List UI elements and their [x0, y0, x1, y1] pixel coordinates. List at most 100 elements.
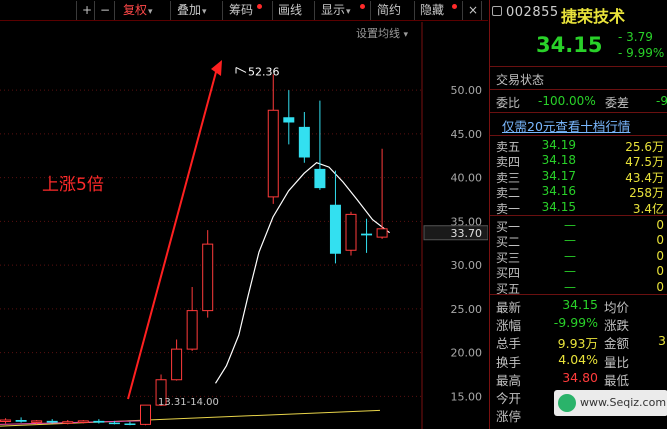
candle-body [314, 168, 326, 189]
candle [298, 112, 310, 163]
restore-rights-button[interactable]: 复权▾ [114, 1, 163, 20]
candle [171, 339, 183, 381]
stat-value: 3 [658, 333, 666, 349]
ma-line-long [0, 409, 381, 427]
candle-body [376, 228, 388, 238]
divider [490, 294, 667, 295]
simple-mode-label: 简约 [377, 3, 402, 17]
candle-body [124, 423, 136, 425]
candle [267, 74, 279, 204]
level-price: — [564, 233, 576, 248]
price-change: - 3.79 [618, 30, 653, 44]
current-price: 34.15 [536, 33, 603, 57]
ask-level: 卖五 34.19 25.6万 [490, 138, 667, 154]
trade-status-label: 交易状态 [496, 73, 545, 87]
stat-label: 涨跌 [604, 318, 630, 334]
candle [314, 100, 326, 190]
candle-body [298, 126, 310, 158]
candle-body [202, 243, 214, 312]
candlestick-chart[interactable]: 50.0045.0040.0035.0030.0025.0020.0015.00… [0, 22, 488, 429]
candle [202, 230, 214, 318]
divider [490, 112, 667, 113]
range-label: 13.31-14.00 [158, 397, 219, 408]
zoom-out-label: − [100, 3, 111, 17]
chart-toolbar: + − 复权▾ 叠加▾ 筹码 画线 显示▾ 简约 隐藏 × [0, 0, 488, 21]
set-moving-average-button[interactable]: 设置均线 ▾ [356, 25, 408, 41]
level2-promo-link[interactable]: 仅需20元查看十档行情 [502, 116, 630, 135]
stat-label: 涨停 [496, 409, 522, 425]
chips-button[interactable]: 筹码 [222, 1, 268, 20]
candle [345, 211, 357, 256]
display-button[interactable]: 显示▾ [314, 1, 366, 20]
moving-average-series [0, 162, 390, 427]
y-tick-label: 15.00 [451, 390, 483, 403]
candle-body [171, 348, 183, 381]
y-tick-label: 25.00 [451, 303, 483, 316]
candle [283, 90, 295, 145]
bid-level: 买三 —0 [490, 248, 667, 265]
high-price-label: 52.36 [248, 65, 280, 78]
chevron-down-icon: ▾ [148, 7, 153, 17]
level-volume: 0 [656, 248, 664, 263]
level-volume: 0 [656, 279, 664, 294]
level-price: 34.17 [541, 168, 576, 183]
watermark-text: www.Seqiz.com [580, 396, 667, 409]
candle-body [93, 420, 105, 423]
candle [15, 417, 27, 423]
stat-row: 换手 4.04% 量比 [490, 352, 667, 370]
ask-level: 卖三 34.17 43.4万 [490, 168, 667, 185]
stat-label: 今开 [496, 391, 522, 406]
ask-level: 卖四 34.18 47.5万 [490, 153, 667, 169]
y-tick-label: 20.00 [451, 347, 483, 360]
order-ratio-value: -100.00% [538, 94, 596, 108]
stat-label: 最新 [496, 300, 522, 315]
notification-dot-icon [452, 4, 457, 9]
y-tick-label: 30.00 [451, 259, 483, 272]
y-tick-label: 45.00 [451, 128, 483, 141]
candle-body [77, 420, 89, 423]
stat-label: 金额 [604, 336, 630, 352]
ask-level: 卖二 34.16 258万 [490, 184, 667, 200]
level-volume: 0 [656, 233, 664, 248]
ask-level: 卖一 34.15 3.4亿 [490, 200, 667, 216]
stat-row: 涨幅 -9.99% 涨跌 [490, 315, 667, 334]
candle [186, 287, 198, 351]
stat-label: 最低 [604, 372, 630, 388]
overlay-label: 叠加 [177, 3, 202, 17]
overlay-button[interactable]: 叠加▾ [170, 1, 218, 20]
candle [124, 421, 136, 426]
zoom-out-button[interactable]: − [94, 1, 114, 20]
level-volume: 0 [656, 264, 664, 279]
close-button[interactable]: × [462, 1, 482, 20]
candle-body [283, 117, 295, 123]
candle-body [0, 419, 12, 422]
level-price: — [564, 248, 576, 263]
bid-level: 买五 —0 [490, 279, 667, 296]
stat-value: -9.99% [553, 315, 598, 331]
y-tick-label: 50.00 [451, 84, 483, 97]
price-change-percent: - 9.99% [618, 46, 665, 60]
order-diff-label: 委差 [605, 96, 630, 110]
notification-dot-icon [257, 4, 262, 9]
candle-body [31, 420, 43, 423]
stat-value: 34.15 [562, 297, 598, 312]
hide-button[interactable]: 隐藏 [414, 1, 462, 20]
close-icon: × [468, 3, 479, 17]
divider [490, 66, 667, 67]
stock-mark-icon [492, 6, 502, 16]
draw-line-button[interactable]: 画线 [272, 1, 308, 20]
display-label: 显示 [321, 3, 346, 17]
y-tick-label: 40.00 [451, 172, 483, 185]
current-price-tag-label: 33.70 [451, 227, 483, 240]
chevron-down-icon: ▾ [346, 7, 351, 17]
hide-label: 隐藏 [420, 3, 445, 17]
stat-label: 量比 [604, 354, 630, 370]
stat-label: 最高 [496, 372, 522, 388]
zoom-in-button[interactable]: + [76, 1, 94, 20]
stat-value: 34.80 [562, 369, 598, 385]
simple-mode-button[interactable]: 简约 [370, 1, 410, 20]
chart-grid [0, 22, 423, 429]
bid-level: 买二 —0 [490, 233, 667, 249]
candle [376, 148, 388, 239]
bid-level: 买四 —0 [490, 264, 667, 280]
